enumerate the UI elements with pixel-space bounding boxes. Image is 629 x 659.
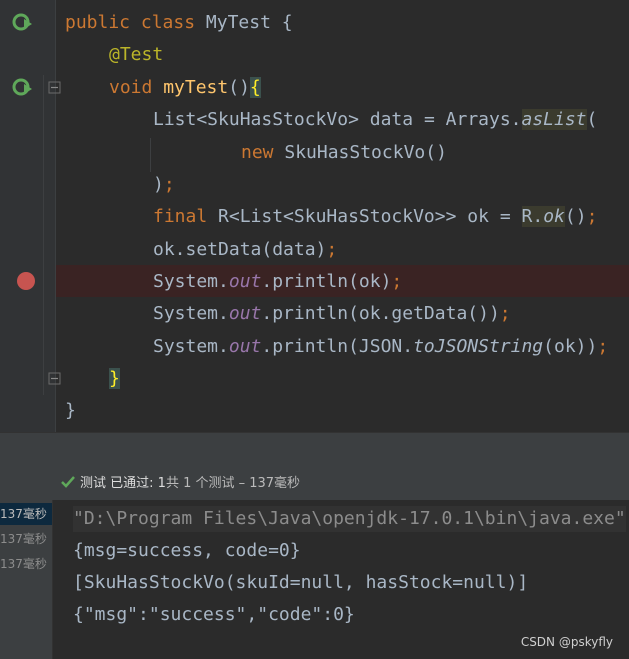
code-text: System.out.println(JSON.toJSONString(ok)… [153,336,609,357]
code-text: System.out.println(ok); [153,271,403,292]
test-status-bar: 测试 已通过: 1共 1 个测试 – 137毫秒 [0,466,629,501]
code-text: ok.setData(data); [153,239,338,260]
code-line-7: final R<List<SkuHasStockVo>> ok = R.ok()… [0,200,629,232]
breakpoint-icon[interactable] [17,272,35,290]
code-line-4: List<SkuHasStockVo> data = Arrays.asList… [0,103,629,135]
console-output-line: {"msg":"success","code":0} [73,604,355,625]
test-total-text: 共 1 个测试 – 137毫秒 [165,476,301,491]
console-panel[interactable]: 137毫秒 137毫秒 137毫秒 "D:\Program Files\Java… [0,500,629,659]
panel-splitter[interactable] [0,432,629,467]
code-text: List<SkuHasStockVo> data = Arrays.asList… [153,109,598,130]
code-line-8: ok.setData(data); [0,233,629,265]
console-command-line: "D:\Program Files\Java\openjdk-17.0.1\bi… [73,506,626,532]
code-line-12: } [0,362,629,394]
console-output-line: [SkuHasStockVo(skuId=null, hasStock=null… [73,572,529,593]
code-text: ); [153,174,175,195]
code-text: final R<List<SkuHasStockVo>> ok = R.ok()… [153,206,598,227]
fold-icon[interactable] [48,372,61,385]
code-text: System.out.println(ok.getData()); [153,303,511,324]
test-tree-item[interactable]: 137毫秒 [0,528,52,550]
passed-count: 1 [157,476,166,491]
code-text: } [109,368,120,389]
console-output-line: {msg=success, code=0} [73,540,301,561]
code-line-6: ); [0,168,629,200]
code-line-3: void myTest(){ [0,71,629,103]
code-line-13: } [0,394,629,426]
code-line-5: new SkuHasStockVo() [0,136,629,168]
run-test-icon[interactable] [12,76,34,98]
code-text: public class MyTest { [65,12,293,33]
code-line-1: public class MyTest { [0,6,629,38]
fold-icon[interactable] [48,81,61,94]
code-line-9: System.out.println(ok); [0,265,629,297]
code-line-2: @Test [0,38,629,70]
code-text: new SkuHasStockVo() [241,142,447,163]
run-test-icon[interactable] [12,11,34,33]
test-tree-item[interactable]: 137毫秒 [0,503,52,525]
code-editor[interactable]: public class MyTest { @Test void myTest(… [0,0,629,432]
watermark: CSDN @pskyfly [520,635,613,649]
code-text: void myTest(){ [109,77,261,98]
code-line-10: System.out.println(ok.getData()); [0,297,629,329]
code-line-11: System.out.println(JSON.toJSONString(ok)… [0,330,629,362]
test-status-label: 测试 已通过: [80,476,154,491]
code-text: @Test [109,44,164,65]
check-icon [61,476,75,488]
code-text: } [65,400,76,421]
test-tree[interactable]: 137毫秒 137毫秒 137毫秒 [0,500,53,659]
test-status: 测试 已通过: 1共 1 个测试 – 137毫秒 [60,474,300,492]
test-tree-item[interactable]: 137毫秒 [0,553,52,575]
